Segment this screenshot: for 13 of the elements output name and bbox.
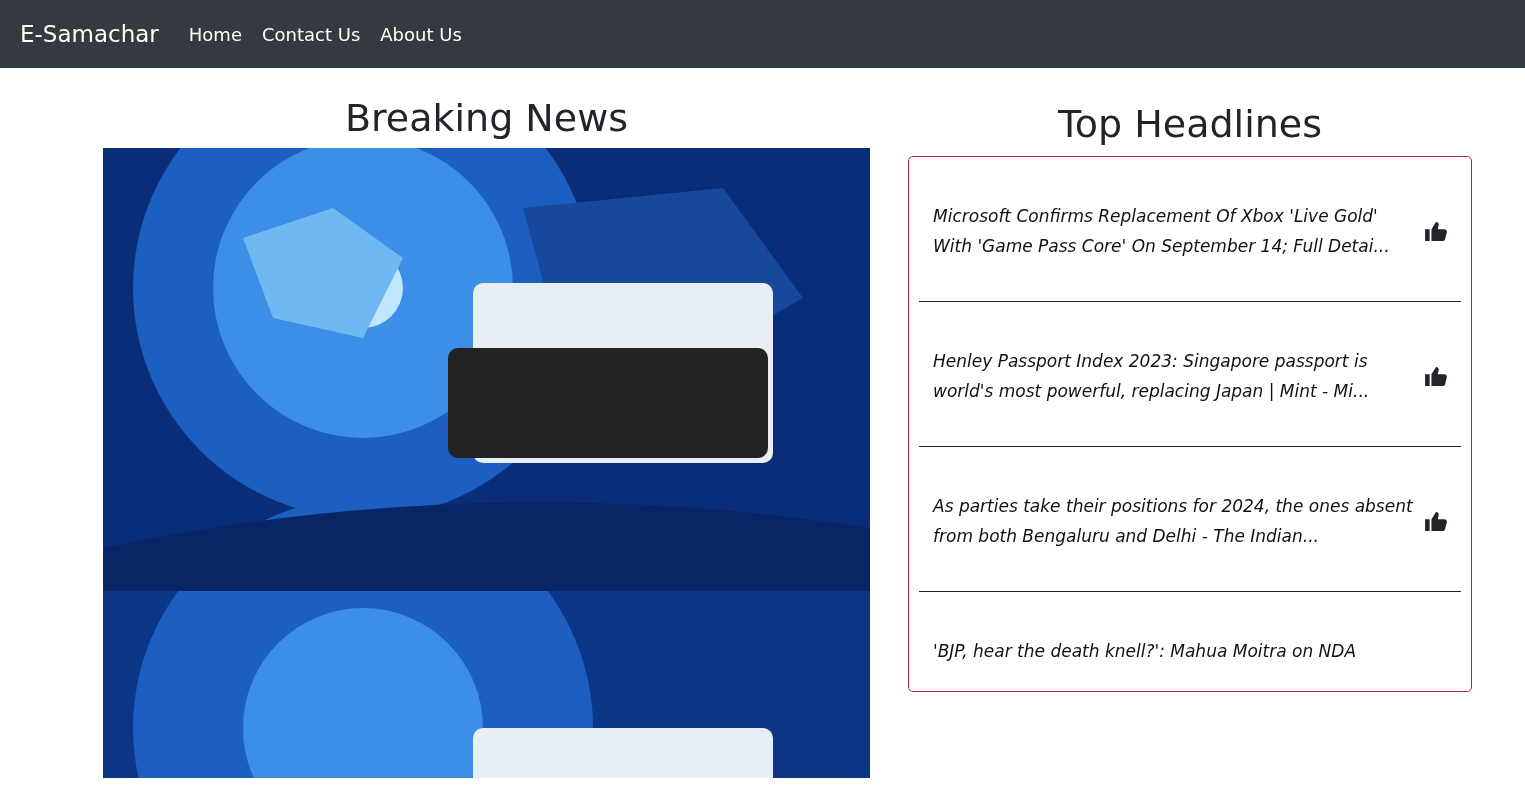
section-title: Breaking News: [344, 96, 629, 140]
section-title: Top Headlines: [1058, 102, 1322, 146]
nav-link[interactable]: Contact Us: [261, 23, 361, 45]
thumbs-up-icon[interactable]: [1425, 511, 1447, 531]
headline-link[interactable]: 'BJP, hear the death knell?': Mahua Moitra on NDA: [933, 636, 1357, 666]
headline-link[interactable]: As parties take their positions for 2024, the ones absent from both Bengaluru and Delhi - The Indian...: [933, 491, 1421, 551]
nav-link[interactable]: Home: [188, 23, 242, 45]
nav-link[interactable]: About Us: [380, 23, 462, 45]
brand-link[interactable]: E-Samachar: [20, 21, 159, 47]
thumbs-up-icon[interactable]: [1425, 366, 1447, 386]
headline-link[interactable]: Microsoft Confirms Replacement Of Xbox 'Live Gold' With 'Game Pass Core' On September 14; Full Detai...: [933, 201, 1421, 261]
thumbs-up-icon[interactable]: [1425, 221, 1447, 241]
headline-link[interactable]: Henley Passport Index 2023: Singapore passport is world's most powerful, replacing Japan | Mint - Mi...: [933, 346, 1421, 406]
